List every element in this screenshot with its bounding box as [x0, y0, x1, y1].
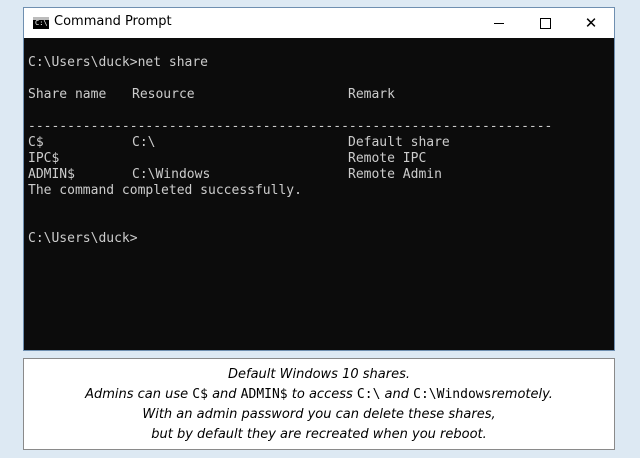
header-resource: Resource — [132, 87, 195, 102]
minimize-icon — [494, 22, 504, 24]
status-message: The command completed successfully. — [28, 183, 302, 198]
row-remark: Remote Admin — [348, 167, 442, 182]
close-button[interactable]: ✕ — [568, 8, 614, 38]
title-bar[interactable]: C:\ Command Prompt ✕ — [24, 8, 614, 38]
separator-line: ----------------------------------------… — [28, 119, 553, 134]
row-remark: Remote IPC — [348, 151, 427, 166]
window-title: Command Prompt — [54, 14, 172, 29]
caption-box: Default Windows 10 shares. Admins can us… — [23, 358, 615, 450]
maximize-button[interactable] — [522, 8, 568, 38]
header-remark: Remark — [348, 87, 395, 102]
caption-line-1: Default Windows 10 shares. — [228, 367, 410, 382]
command-prompt-window: C:\ Command Prompt ✕ C:\Users\duck>net s… — [23, 7, 615, 351]
maximize-icon — [539, 17, 551, 29]
row-share: ADMIN$ — [28, 167, 75, 182]
row-share: IPC$ — [28, 151, 60, 166]
caption-line-3: With an admin password you can delete th… — [142, 407, 496, 422]
caption-line-2: Admins can use C$ and ADMIN$ to access C… — [85, 387, 553, 402]
prompt-line: C:\Users\duck> — [28, 231, 138, 246]
row-resource: C:\Windows — [132, 167, 211, 182]
row-resource: C:\ — [132, 135, 156, 150]
console-output[interactable]: C:\Users\duck>net share Share name Resou… — [28, 38, 610, 346]
cmd-icon: C:\ — [33, 17, 49, 29]
row-remark: Default share — [348, 135, 450, 150]
caption-line-4: but by default they are recreated when y… — [151, 427, 487, 442]
minimize-button[interactable] — [476, 8, 522, 38]
row-share: C$ — [28, 135, 44, 150]
close-icon: ✕ — [584, 14, 598, 32]
header-share-name: Share name — [28, 87, 107, 102]
command-line: C:\Users\duck>net share — [28, 55, 209, 70]
